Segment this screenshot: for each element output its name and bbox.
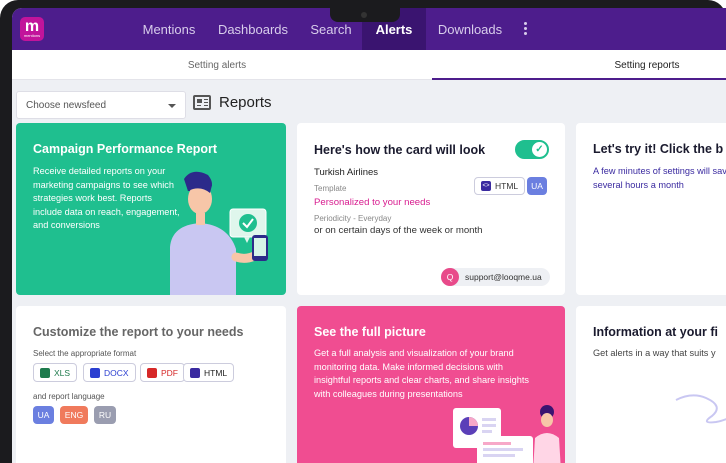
logo-subtext: mentions xyxy=(23,33,41,38)
code-icon: <> xyxy=(481,181,491,191)
format-docx[interactable]: DOCX xyxy=(83,363,136,382)
lang-eng[interactable]: ENG xyxy=(60,406,88,424)
format-xls-label: XLS xyxy=(54,367,71,378)
xls-icon xyxy=(40,367,50,378)
app-screen: m mentions Mentions Dashboards Search Al… xyxy=(12,8,726,463)
chevron-down-icon xyxy=(168,104,176,108)
person-with-phone-illustration xyxy=(170,171,268,295)
email-address: support@looqme.ua xyxy=(465,272,542,282)
analytics-illustration xyxy=(453,405,561,463)
lang-ua[interactable]: UA xyxy=(33,406,54,424)
language-label: and report language xyxy=(33,392,105,401)
format-html-label: HTML xyxy=(204,367,228,378)
full-picture-card[interactable]: See the full picture Get a full analysis… xyxy=(297,306,565,463)
lang-ru[interactable]: RU xyxy=(94,406,116,424)
format-label: Select the appropriate format xyxy=(33,349,137,358)
email-chip: Q support@looqme.ua xyxy=(441,268,550,286)
periodicity-value: or on certain days of the week or month xyxy=(314,225,483,236)
full-picture-text: Get a full analysis and visualization of… xyxy=(314,348,530,399)
more-vertical-icon[interactable] xyxy=(524,21,527,36)
reports-icon xyxy=(193,95,211,110)
customize-title: Customize the report to your needs xyxy=(33,325,244,339)
logo-letter: m xyxy=(24,18,40,35)
format-pill-html: <> HTML xyxy=(474,177,526,195)
docx-icon xyxy=(90,367,100,378)
sub-tabs: Setting alerts Setting reports xyxy=(12,50,726,80)
information-card[interactable]: Information at your fi Get alerts in a w… xyxy=(576,306,726,463)
preview-title: Here's how the card will look xyxy=(314,143,486,157)
information-text: Get alerts in a way that suits y xyxy=(593,348,716,358)
newsfeed-select-label: Choose newsfeed xyxy=(26,99,107,111)
try-it-card[interactable]: Let's try it! Click the b A few minutes … xyxy=(576,123,726,295)
section-title: Reports xyxy=(219,94,272,111)
pdf-icon xyxy=(147,367,157,378)
html-icon xyxy=(190,367,200,378)
nav-item-downloads[interactable]: Downloads xyxy=(432,8,508,50)
customize-card: Customize the report to your needs Selec… xyxy=(16,306,286,463)
preview-airline: Turkish Airlines xyxy=(314,167,379,178)
preview-toggle[interactable]: ✓ xyxy=(515,140,549,159)
try-it-text: A few minutes of settings will save you … xyxy=(593,166,726,190)
full-picture-title: See the full picture xyxy=(314,325,426,339)
email-avatar: Q xyxy=(441,268,459,286)
try-it-title: Let's try it! Click the b xyxy=(593,142,724,156)
newsfeed-select[interactable]: Choose newsfeed xyxy=(16,91,186,119)
periodicity-label: Periodicity - Everyday xyxy=(314,214,392,223)
card-preview: Here's how the card will look ✓ Turkish … xyxy=(297,123,565,295)
nav-item-dashboards[interactable]: Dashboards xyxy=(214,8,292,50)
nav-item-mentions[interactable]: Mentions xyxy=(130,8,208,50)
format-xls[interactable]: XLS xyxy=(33,363,78,382)
information-title: Information at your fi xyxy=(593,325,718,339)
language-chip: UA xyxy=(527,177,547,195)
check-icon: ✓ xyxy=(532,142,547,157)
app-logo[interactable]: m mentions xyxy=(20,17,44,41)
format-pill-label: HTML xyxy=(495,181,519,191)
format-html[interactable]: HTML xyxy=(183,363,235,382)
format-docx-label: DOCX xyxy=(104,367,129,378)
camera-dot xyxy=(361,12,367,18)
campaign-card-text: Receive detailed reports on your marketi… xyxy=(33,166,180,231)
active-tab-indicator xyxy=(432,78,726,80)
template-value: Personalized to your needs xyxy=(314,197,431,208)
template-label: Template xyxy=(314,184,347,193)
tab-setting-reports[interactable]: Setting reports xyxy=(582,50,712,80)
format-pdf[interactable]: PDF xyxy=(140,363,185,382)
format-pdf-label: PDF xyxy=(161,367,178,378)
decorative-swirl xyxy=(675,394,726,424)
campaign-card-title: Campaign Performance Report xyxy=(33,142,218,156)
tab-setting-alerts[interactable]: Setting alerts xyxy=(152,50,282,80)
campaign-report-card[interactable]: Campaign Performance Report Receive deta… xyxy=(16,123,286,295)
